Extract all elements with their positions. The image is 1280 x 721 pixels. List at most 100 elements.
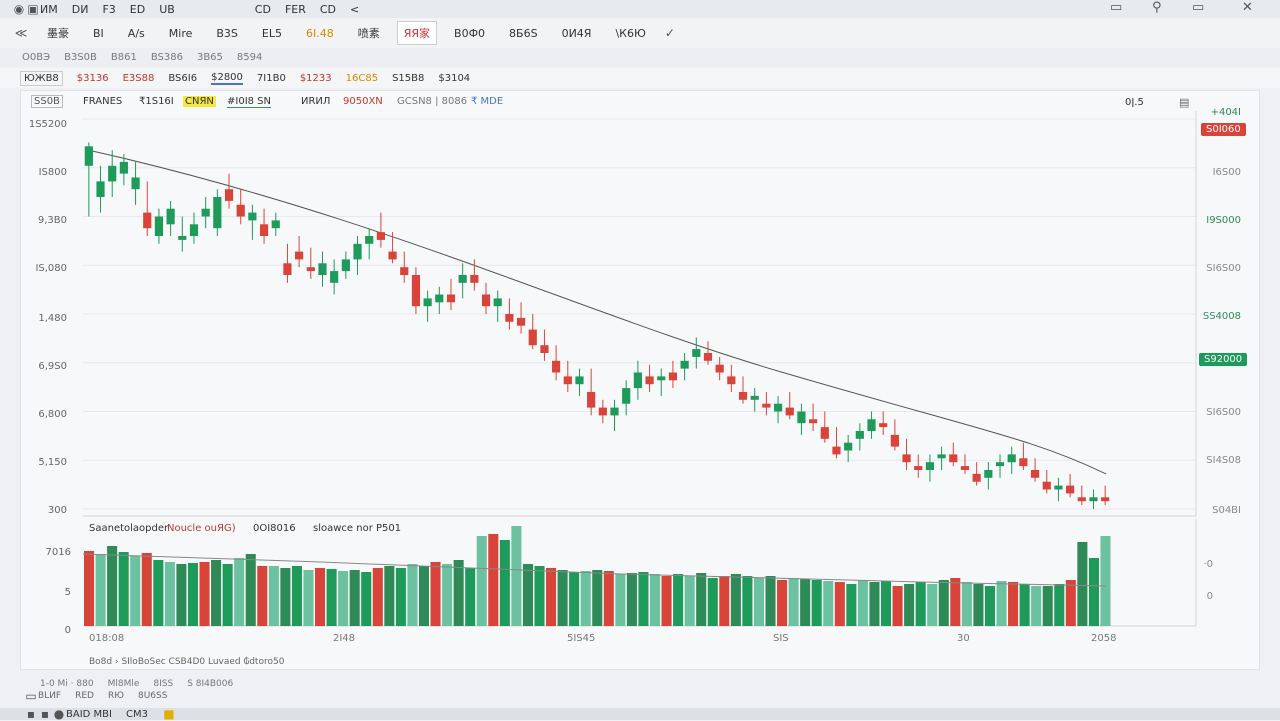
quote-item[interactable]: $3136 (77, 73, 109, 84)
candle-body (1077, 497, 1086, 502)
legend-flag[interactable]: 0ǀ.5 (1125, 97, 1144, 108)
candle-body (575, 376, 584, 385)
quote-item[interactable]: $2800 (211, 72, 243, 85)
toolbar-button[interactable]: B3S (209, 23, 245, 44)
volume-bar (719, 576, 730, 626)
close-icon[interactable]: ✕ (1242, 0, 1253, 15)
candle-body (1089, 497, 1098, 502)
volume-bar (1077, 542, 1088, 626)
app-icon[interactable]: ▪ (38, 707, 52, 721)
toolbar-button[interactable]: EL5 (255, 23, 289, 44)
y-axis-label: 6,9S0 (38, 361, 67, 372)
toolbar-button[interactable]: A/s (121, 23, 152, 44)
quote-item[interactable]: BS6I6 (168, 73, 197, 84)
title-tab[interactable]: CD (320, 3, 336, 16)
secondary-item[interactable]: 3B65 (197, 52, 223, 63)
volume-bar (141, 553, 152, 626)
start-icon[interactable]: ▪ (24, 707, 38, 721)
check-icon[interactable]: ✓ (663, 26, 677, 40)
quote-item[interactable]: $3104 (438, 73, 470, 84)
status-item: S 8I4B006 (187, 679, 234, 689)
secondary-item[interactable]: 8594 (237, 52, 262, 63)
volume-bar (800, 579, 811, 626)
status-item[interactable]: RED (75, 691, 94, 701)
search-icon[interactable]: ● (52, 707, 66, 721)
quote-item[interactable]: 16C85 (346, 73, 378, 84)
chart-panel[interactable]: SS0B FRANES ₹1S16I CNЯN #I0I8 SN ИRИЛ 90… (20, 90, 1260, 670)
legend-box[interactable]: SS0B (31, 95, 63, 108)
title-item[interactable]: UB (159, 3, 175, 16)
volume-bar (522, 564, 533, 626)
status-item[interactable]: RЮ (108, 691, 124, 701)
candle-body (423, 298, 432, 307)
quote-item[interactable]: $1233 (300, 73, 332, 84)
toolbar-button[interactable]: BI (86, 23, 111, 44)
y-axis-label: 300 (47, 505, 67, 516)
candle-body (727, 376, 736, 385)
volume-bar (315, 568, 326, 626)
search-icon[interactable]: ⚲ (1152, 0, 1162, 15)
candle-body (668, 372, 678, 381)
secondary-item[interactable]: B3S0B (64, 52, 97, 63)
toolbar-button[interactable]: 8Б6S (502, 23, 545, 44)
volume-bar (384, 566, 395, 626)
toolbar-button[interactable]: 6I.48 (299, 23, 341, 44)
settings-icon[interactable]: ▤ (1179, 96, 1189, 109)
title-tab[interactable]: FER (285, 3, 306, 16)
candle-body (154, 216, 164, 236)
candle-body (622, 388, 631, 404)
volume-bar (661, 576, 672, 626)
title-tab[interactable]: < (350, 3, 359, 16)
title-tab[interactable]: CD (255, 3, 271, 16)
legend-value: 9050XN (343, 96, 383, 107)
toolbar-button[interactable]: 喷素 (351, 21, 387, 45)
title-item[interactable]: F3 (102, 3, 115, 16)
candlestick-chart[interactable] (21, 91, 1261, 671)
volume-bar (684, 576, 695, 626)
maximize-icon[interactable]: ▭ (1192, 0, 1204, 15)
quote-item[interactable]: 7I1B0 (257, 73, 286, 84)
title-item[interactable]: ИМ (40, 3, 58, 16)
y-axis-label: 5,150 (38, 457, 67, 468)
volume-bar (499, 540, 510, 626)
toolbar-button[interactable]: Mire (162, 23, 200, 44)
candle-body (458, 275, 467, 283)
minimize-icon[interactable]: ▭ (1110, 0, 1122, 15)
quote-item[interactable]: ЮЖB8 (20, 70, 63, 86)
folder-icon[interactable]: ■ (162, 707, 176, 721)
secondary-item[interactable]: B861 (111, 52, 137, 63)
candle-body (1007, 454, 1016, 463)
toolbar-button[interactable]: 墨豪 (40, 21, 76, 45)
status-item[interactable]: BLИF (38, 691, 61, 701)
y-axis-label: 9,3B0 (37, 215, 67, 226)
candle-body (96, 181, 105, 197)
toolbar-button[interactable]: 0И4Я (555, 23, 599, 44)
secondary-item[interactable]: O0BЭ (22, 52, 50, 63)
candle-body (353, 243, 362, 260)
title-item[interactable]: DИ (72, 3, 89, 16)
quote-strip: ЮЖB8 $3136 E3S88 BS6I6 $2800 7I1B0 $1233… (0, 68, 1280, 88)
title-item[interactable]: ЕD (130, 3, 145, 16)
back-arrows-icon[interactable]: ≪ (14, 26, 28, 40)
candle-body (528, 329, 537, 346)
candle-body (949, 454, 958, 463)
quote-item[interactable]: E3S88 (123, 73, 155, 84)
price-badge-top: S0I060 (1201, 123, 1246, 136)
quote-item[interactable]: S15B8 (392, 73, 424, 84)
candle-body (341, 259, 350, 272)
secondary-item[interactable]: BS386 (151, 52, 183, 63)
taskbar-item[interactable]: CM3 (126, 709, 148, 720)
toolbar-button[interactable]: B0Ф0 (447, 23, 492, 44)
status-item[interactable]: 8U6SS (138, 691, 167, 701)
toolbar-button-selected[interactable]: ЯЯ家 (396, 21, 438, 45)
toolbar-button[interactable]: \К6Ю (608, 23, 652, 44)
volume-bar (580, 571, 591, 626)
right-axis-label: S04BI (1212, 505, 1241, 516)
candle-body (762, 403, 771, 408)
candle-body (446, 294, 456, 303)
menu-icon[interactable]: ▭ (24, 689, 38, 703)
window-icon[interactable]: ▣ (26, 2, 40, 16)
right-axis-label: SI6S00 (1206, 263, 1241, 274)
taskbar-item[interactable]: BAID MBI (66, 709, 112, 720)
volume-bar (753, 578, 764, 626)
